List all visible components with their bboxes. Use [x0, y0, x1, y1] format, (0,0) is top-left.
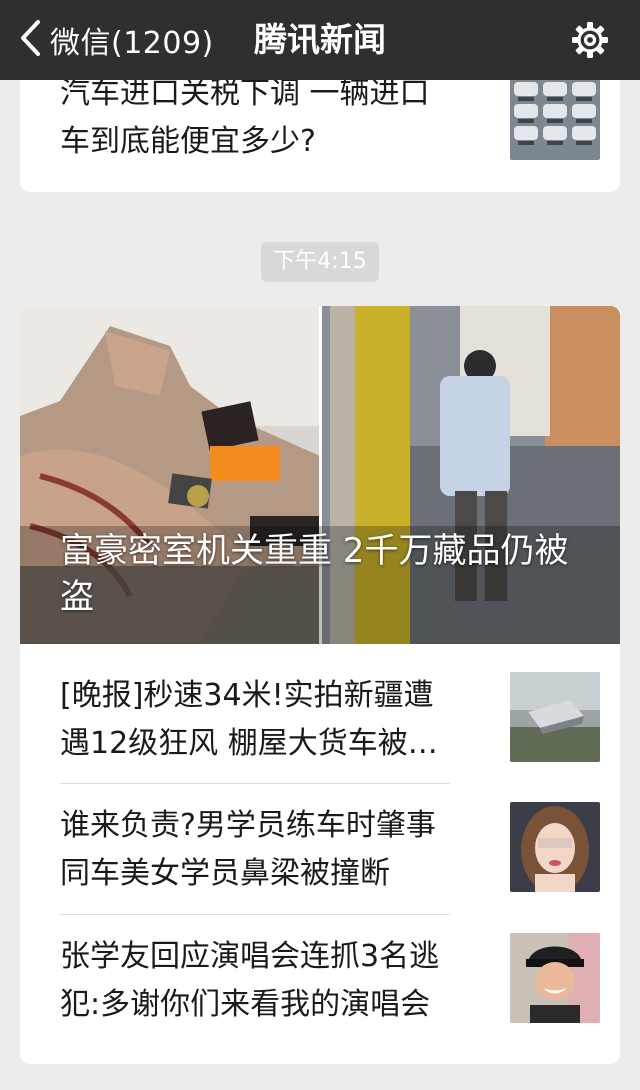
news-thumbnail-storm	[510, 672, 600, 762]
news-thumbnail-portrait	[510, 802, 600, 892]
news-thumbnail-singer	[510, 933, 600, 1023]
news-item[interactable]: 谁来负责?男学员练车时肇事 同车美女学员鼻梁被撞断	[60, 802, 600, 898]
news-item[interactable]: 汽车进口关税下调 一辆进口车到底能便宜多少?	[60, 70, 600, 166]
news-item[interactable]: 张学友回应演唱会连抓3名逃犯:多谢你们来看我的演唱会	[60, 933, 600, 1029]
news-item[interactable]: [晚报]秒速34米!实拍新疆遭遇12级狂风 棚屋大货车被吹翻	[60, 672, 600, 768]
chevron-left-icon	[18, 19, 42, 61]
news-item-title: 谁来负责?男学员练车时肇事 同车美女学员鼻梁被撞断	[60, 808, 436, 891]
hero-news-item[interactable]: 富豪密室机关重重 2千万藏品仍被盗	[20, 306, 620, 644]
timestamp-badge: 下午4:15	[261, 242, 379, 282]
hero-news-title: 富豪密室机关重重 2千万藏品仍被盗	[60, 531, 569, 617]
divider	[60, 783, 450, 784]
news-item-title: 汽车进口关税下调 一辆进口车到底能便宜多少?	[60, 76, 430, 159]
back-button[interactable]: 微信(1209)	[18, 0, 214, 80]
news-card: 富豪密室机关重重 2千万藏品仍被盗 [晚报]秒速34米!实拍新疆遭遇12级狂风 …	[20, 306, 620, 1064]
back-label: 微信(1209)	[50, 26, 214, 61]
navigation-bar: 微信(1209) 腾讯新闻	[0, 0, 640, 80]
news-item-title: [晚报]秒速34米!实拍新疆遭遇12级狂风 棚屋大货车被吹翻	[60, 678, 438, 761]
news-thumbnail-cars	[510, 70, 600, 160]
divider	[60, 914, 450, 915]
gear-icon[interactable]	[570, 20, 610, 60]
news-item-title: 张学友回应演唱会连抓3名逃犯:多谢你们来看我的演唱会	[60, 939, 440, 1022]
